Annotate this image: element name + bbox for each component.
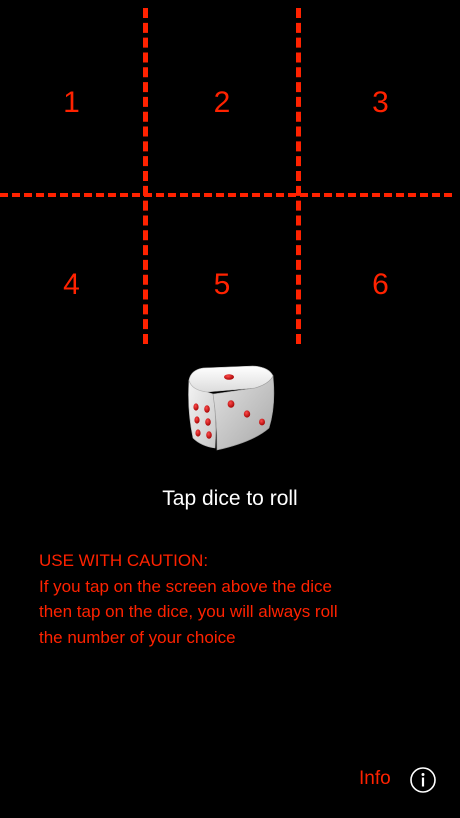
grid-cell-4[interactable]: 4 [0,200,143,370]
caution-line: If you tap on the screen above the dice [39,576,332,596]
grid-divider-vertical-right [296,8,301,344]
number-grid: 1 2 3 4 5 6 [0,0,460,350]
dice-button[interactable] [183,362,279,458]
grid-cell-label: 2 [213,85,231,119]
caution-heading: USE WITH CAUTION: [39,551,209,570]
caution-notice: USE WITH CAUTION: If you tap on the scre… [39,548,439,650]
info-button[interactable] [409,766,437,794]
grid-divider-horizontal [0,193,452,197]
grid-cell-label: 6 [372,268,389,301]
grid-cell-2[interactable]: 2 [148,10,296,195]
grid-cell-1[interactable]: 1 [0,10,143,195]
dice-icon [188,365,275,451]
caution-line: the number of your choice [39,627,236,647]
roll-instruction: Tap dice to roll [162,487,298,510]
caution-line: then tap on the dice, you will always ro… [39,602,338,621]
grid-cell-label: 5 [213,268,231,301]
grid-cell-5[interactable]: 5 [148,200,296,370]
grid-divider-vertical-left [143,8,148,344]
info-circle-icon [410,767,436,793]
info-link[interactable]: Info [359,768,391,790]
grid-cell-label: 1 [63,85,80,119]
grid-cell-label: 3 [372,85,389,119]
grid-cell-3[interactable]: 3 [301,10,460,195]
grid-cell-6[interactable]: 6 [301,200,460,370]
grid-cell-label: 4 [63,268,80,301]
